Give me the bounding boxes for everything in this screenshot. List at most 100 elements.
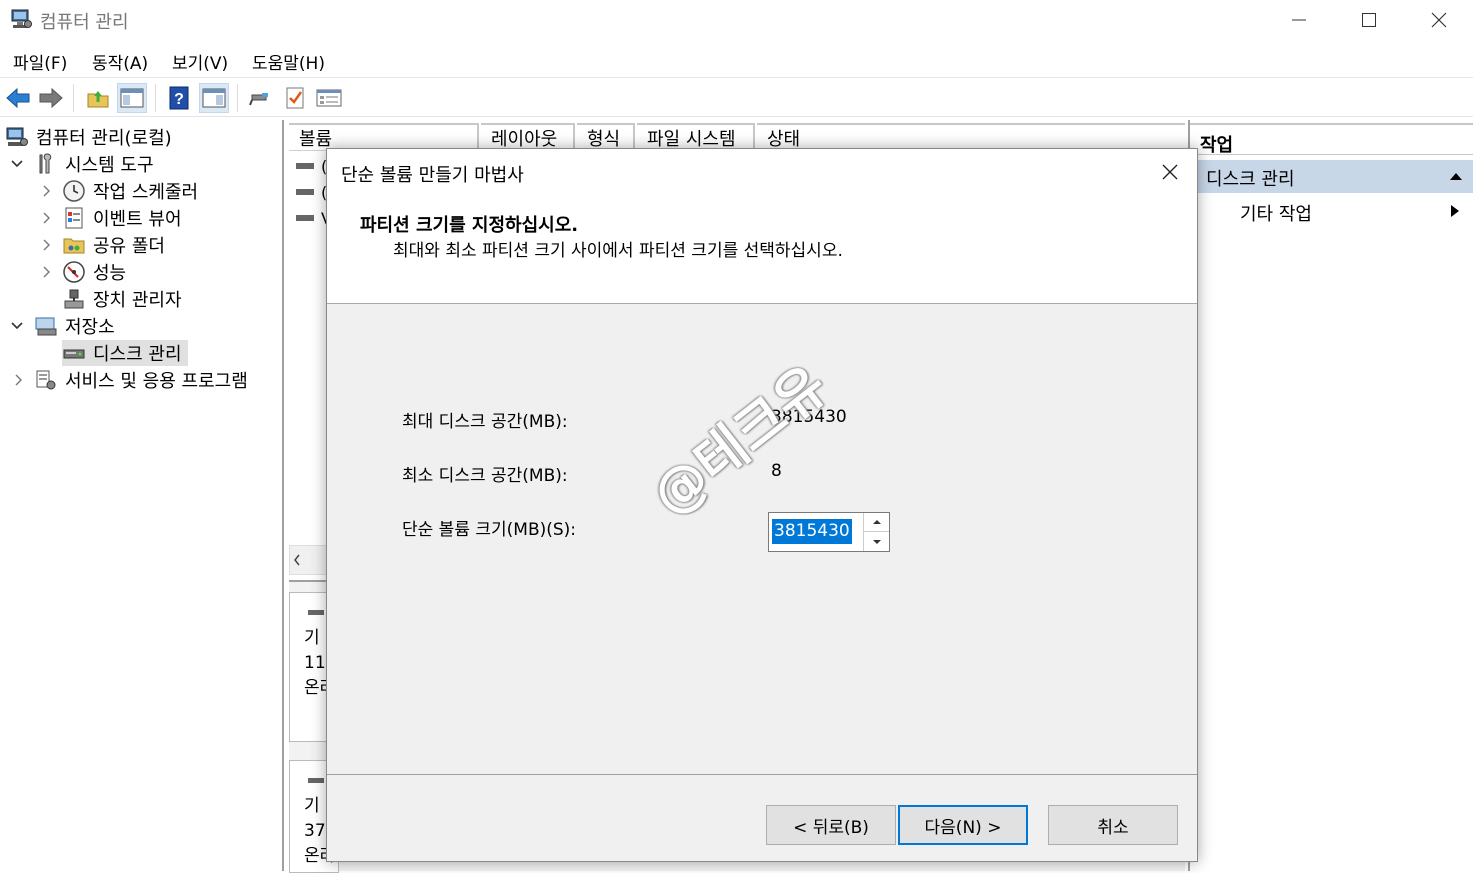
services-icon (36, 370, 56, 390)
console-tree: 컴퓨터 관리(로컬) 시스템 도구 작업 스케줄러 이벤트 뷰어 공유 폴더 성… (0, 120, 284, 871)
cancel-button[interactable]: 취소 (1048, 805, 1178, 845)
spin-up-icon (872, 520, 881, 524)
volume-size-input[interactable]: 3815430 (772, 519, 852, 544)
back-arrow-icon (6, 87, 30, 109)
action-group-disk-management[interactable]: 디스크 관리 (1198, 160, 1473, 193)
tree-item-device-manager[interactable]: 장치 관리자 (62, 286, 182, 312)
tree-item-system-tools[interactable]: 시스템 도구 (11, 151, 154, 177)
chevron-right-icon (15, 374, 22, 386)
menu-file[interactable]: 파일(F) (13, 49, 67, 74)
chevron-right-icon (43, 212, 50, 224)
up-folder-icon (87, 91, 109, 108)
disk-drive-icon (63, 349, 85, 359)
next-button[interactable]: 다음(N) > (898, 805, 1028, 845)
action-group-label: 디스크 관리 (1206, 169, 1295, 190)
toolbar-separator (237, 84, 238, 112)
close-icon (1431, 12, 1447, 28)
tree-item-services-apps[interactable]: 서비스 및 응용 프로그램 (15, 367, 248, 393)
volume-icon (296, 163, 314, 169)
chevron-left-icon (294, 554, 300, 566)
volume-column-headers: 볼륨 레이아웃 형식 파일 시스템 상태 (289, 123, 1185, 151)
close-icon (1162, 164, 1178, 180)
horizontal-scrollbar[interactable] (289, 545, 329, 575)
chevron-right-icon (43, 239, 50, 251)
menu-help[interactable]: 도움말(H) (252, 49, 325, 74)
button-area-divider (327, 774, 1197, 775)
minimize-icon (1292, 19, 1306, 21)
checkmark-icon (286, 87, 304, 109)
spin-buttons (863, 513, 889, 551)
menu-action[interactable]: 동작(A) (92, 49, 148, 74)
clock-icon (63, 180, 85, 202)
tree-item-task-scheduler[interactable]: 작업 스케줄러 (43, 178, 198, 204)
tree-item-shared-folders[interactable]: 공유 폴더 (43, 232, 165, 258)
column-header-type[interactable]: 형식 (577, 123, 635, 151)
tree-label: 저장소 (65, 317, 115, 338)
tools-icon (39, 153, 52, 174)
toolbar-separator (73, 84, 74, 112)
volume-icon (296, 189, 314, 195)
toolbar-separator (155, 84, 156, 112)
volume-row[interactable]: ( (295, 180, 327, 204)
minimize-button[interactable] (1264, 0, 1334, 40)
computer-management-icon (11, 9, 32, 28)
show-action-pane-button[interactable] (199, 83, 229, 113)
connect-button[interactable] (245, 83, 275, 113)
storage-icon (35, 317, 57, 336)
chevron-down-icon (11, 322, 23, 330)
column-header-filesystem[interactable]: 파일 시스템 (637, 123, 755, 151)
volume-icon (296, 215, 314, 221)
help-button[interactable]: ? (164, 83, 194, 113)
volume-size-label: 단순 볼륨 크기(MB)(S): (402, 520, 577, 540)
column-header-volume[interactable]: 볼륨 (289, 123, 479, 151)
properties-icon (316, 89, 342, 107)
toolbar: ? (0, 77, 1473, 117)
back-button[interactable]: < 뒤로(B) (766, 805, 896, 845)
computer-management-icon (6, 127, 28, 146)
wizard-step-heading: 파티션 크기를 지정하십시오. (360, 215, 579, 236)
checkmark-button[interactable] (280, 83, 310, 113)
min-disk-space-label: 최소 디스크 공간(MB): (402, 466, 568, 486)
column-header-status[interactable]: 상태 (757, 123, 1185, 151)
action-more-actions[interactable]: 기타 작업 (1240, 200, 1312, 226)
tree-label: 시스템 도구 (65, 155, 154, 176)
actions-pane: 작업 디스크 관리 기타 작업 (1188, 120, 1473, 871)
menu-view[interactable]: 보기(V) (172, 49, 228, 74)
svg-text:?: ? (174, 91, 184, 108)
performance-gauge-icon (63, 261, 85, 283)
back-button[interactable] (3, 83, 33, 113)
properties-button[interactable] (314, 83, 344, 113)
max-disk-space-label: 최대 디스크 공간(MB): (402, 412, 568, 432)
tree-item-storage[interactable]: 저장소 (11, 313, 115, 339)
show-hide-tree-button[interactable] (117, 83, 147, 113)
maximize-button[interactable] (1334, 0, 1404, 40)
close-button[interactable] (1404, 0, 1473, 40)
shared-folder-icon (63, 238, 85, 254)
collapse-up-icon (1450, 173, 1462, 180)
window-title: 컴퓨터 관리 (40, 12, 129, 33)
column-header-layout[interactable]: 레이아웃 (481, 123, 575, 151)
spin-down-button[interactable] (864, 532, 889, 551)
tree-item-performance[interactable]: 성능 (43, 259, 126, 285)
tree-label: 이벤트 뷰어 (93, 209, 182, 230)
tree-label: 공유 폴더 (93, 236, 165, 257)
tree-label: 서비스 및 응용 프로그램 (65, 371, 248, 392)
tree-item-event-viewer[interactable]: 이벤트 뷰어 (43, 205, 182, 231)
tree-item-root[interactable]: 컴퓨터 관리(로컬) (5, 124, 172, 150)
up-button[interactable] (83, 83, 113, 113)
wizard-step-description: 최대와 최소 파티션 크기 사이에서 파티션 크기를 선택하십시오. (393, 241, 843, 261)
help-icon: ? (169, 86, 189, 110)
forward-arrow-icon (39, 87, 63, 109)
volume-row[interactable]: ( (295, 154, 327, 178)
title-bar: 컴퓨터 관리 (0, 0, 1473, 40)
tree-label: 장치 관리자 (93, 290, 182, 311)
tree-item-disk-management[interactable]: 디스크 관리 (62, 340, 188, 366)
spin-up-button[interactable] (864, 513, 889, 532)
menu-bar: 파일(F) 동작(A) 보기(V) 도움말(H) (0, 44, 1473, 76)
min-disk-space-value: 8 (771, 461, 782, 481)
forward-button[interactable] (36, 83, 66, 113)
chevron-right-icon (43, 185, 50, 197)
volume-size-stepper[interactable]: 3815430 (768, 512, 890, 552)
dialog-title: 단순 볼륨 만들기 마법사 (341, 165, 524, 186)
dialog-close-button[interactable] (1155, 157, 1185, 187)
